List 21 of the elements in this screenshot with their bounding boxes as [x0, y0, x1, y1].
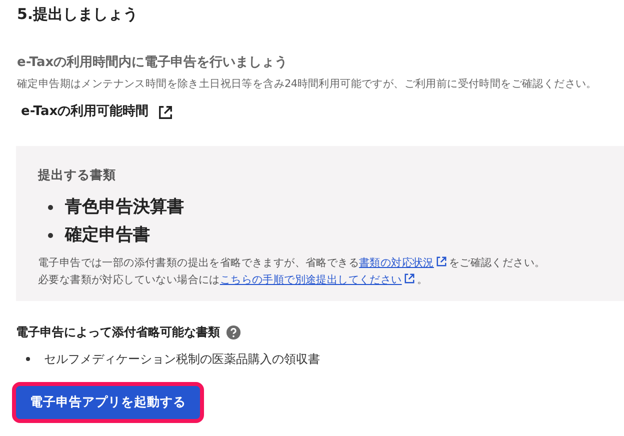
document-name: 確定申告書: [65, 224, 150, 247]
section-heading: 5.提出しましょう: [16, 4, 140, 24]
description-text: 確定申告期はメンテナンス時間を除き土日祝日等を含み24時間利用可能ですが、ご利用前に受付時間をご確認ください。: [17, 77, 597, 92]
bullet-icon: [48, 232, 53, 238]
launch-app-button[interactable]: 電子申告アプリを起動する: [12, 382, 204, 423]
note-text: 必要な書類が対応していない場合には こちらの手順で別途提出してください 。: [38, 272, 429, 288]
availability-link[interactable]: e-Taxの利用可能時間: [21, 103, 173, 121]
document-name: 青色申告決算書: [65, 196, 184, 219]
inline-link[interactable]: 書類の対応状況: [359, 257, 434, 269]
section-subheading: 電子申告によって添付省略可能な書類: [16, 324, 220, 341]
note-text: 電子申告では一部の添付書類の提出を省略できますが、省略できる書類の対応状況 をご確認ください。: [38, 255, 546, 271]
external-link-icon: [436, 256, 447, 267]
bullet-icon: [26, 357, 30, 361]
subheading: e-Taxの利用時間内に電子申告を行いましょう: [17, 54, 288, 72]
inline-link[interactable]: こちらの手順で別途提出してください: [220, 274, 402, 286]
panel-title: 提出する書類: [38, 166, 117, 184]
bullet-icon: [48, 204, 53, 210]
external-link-icon: [158, 104, 173, 120]
help-icon[interactable]: [226, 324, 241, 340]
external-link-icon: [404, 273, 415, 284]
document-name: セルフメディケーション税制の医薬品購入の領収書: [44, 351, 320, 368]
